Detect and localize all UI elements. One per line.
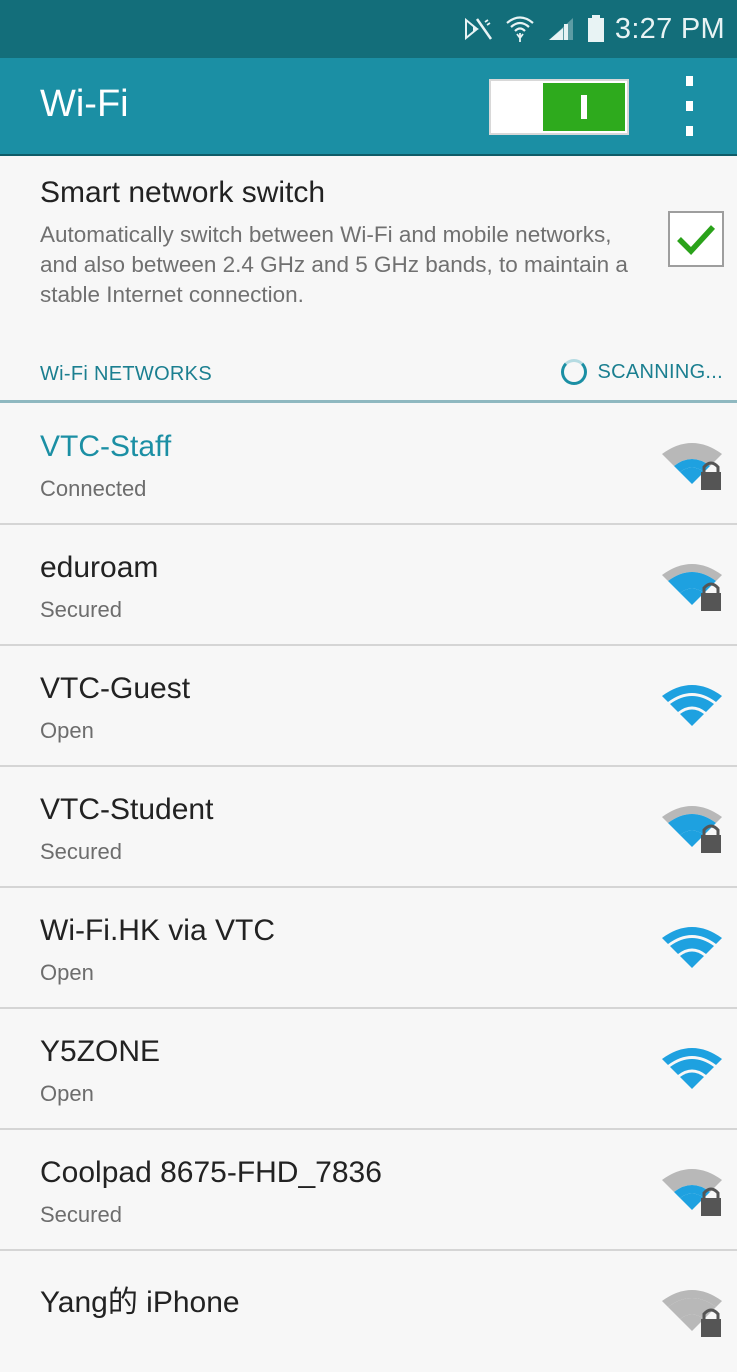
app-bar: Wi-Fi bbox=[0, 58, 737, 156]
network-name: VTC-Guest bbox=[40, 672, 191, 705]
wifi-secured-signal-icon bbox=[662, 443, 722, 490]
smart-switch-title: Smart network switch bbox=[40, 176, 326, 209]
more-vert-icon[interactable] bbox=[674, 76, 704, 136]
wifi-signal-icon bbox=[662, 927, 722, 968]
network-list: VTC-Staff Connected eduroam Secured VTC-… bbox=[0, 404, 737, 1372]
network-status: Open bbox=[40, 960, 94, 985]
wifi-secured-signal-icon bbox=[662, 1290, 722, 1337]
smart-network-switch-setting[interactable]: Smart network switch Automatically switc… bbox=[0, 158, 737, 328]
network-item-y5zone[interactable]: Y5ZONE Open bbox=[0, 1009, 737, 1130]
wifi-signal-icon bbox=[662, 685, 722, 726]
network-item-wifi-hk[interactable]: Wi-Fi.HK via VTC Open bbox=[0, 888, 737, 1009]
cellular-signal-icon bbox=[547, 16, 575, 42]
wifi-toggle[interactable] bbox=[489, 79, 629, 135]
spinner-icon bbox=[561, 359, 588, 385]
page-title: Wi-Fi bbox=[40, 83, 129, 125]
network-status: Connected bbox=[40, 476, 147, 501]
network-status: Open bbox=[40, 718, 94, 743]
scanning-indicator: SCANNING... bbox=[561, 359, 723, 385]
network-name: eduroam bbox=[40, 551, 159, 584]
network-item-vtc-staff[interactable]: VTC-Staff Connected bbox=[0, 404, 737, 525]
network-name: VTC-Staff bbox=[40, 430, 172, 463]
network-name: Wi-Fi.HK via VTC bbox=[40, 914, 275, 947]
clock: 3:27 PM bbox=[614, 12, 725, 45]
network-item-yang-iphone[interactable]: Yang的 iPhone bbox=[0, 1251, 737, 1372]
checkmark-icon bbox=[677, 225, 716, 255]
network-name: Yang的 iPhone bbox=[40, 1286, 240, 1319]
mute-vibrate-icon bbox=[463, 16, 493, 42]
wifi-secured-signal-icon bbox=[662, 1169, 722, 1216]
network-status: Secured bbox=[40, 1202, 122, 1227]
network-item-eduroam[interactable]: eduroam Secured bbox=[0, 525, 737, 646]
network-status: Open bbox=[40, 1081, 94, 1106]
wifi-secured-signal-icon bbox=[662, 806, 722, 853]
network-name: Y5ZONE bbox=[40, 1035, 161, 1068]
network-status: Secured bbox=[40, 839, 122, 864]
network-status: Secured bbox=[40, 597, 122, 622]
wifi-networks-header: Wi-Fi NETWORKS SCANNING... bbox=[0, 345, 737, 403]
smart-switch-checkbox[interactable] bbox=[668, 211, 724, 267]
toggle-knob bbox=[543, 83, 625, 131]
wifi-signal-icon bbox=[662, 1048, 722, 1089]
network-name: VTC-Student bbox=[40, 793, 214, 826]
wifi-transfer-icon bbox=[505, 15, 535, 43]
smart-switch-description: Automatically switch between Wi-Fi and m… bbox=[40, 222, 628, 307]
section-title: Wi-Fi NETWORKS bbox=[40, 363, 212, 385]
network-item-vtc-student[interactable]: VTC-Student Secured bbox=[0, 767, 737, 888]
network-name: Coolpad 8675-FHD_7836 bbox=[40, 1156, 382, 1189]
scanning-label: SCANNING... bbox=[597, 360, 723, 383]
network-item-vtc-guest[interactable]: VTC-Guest Open bbox=[0, 646, 737, 767]
battery-icon bbox=[587, 15, 605, 43]
network-item-coolpad[interactable]: Coolpad 8675-FHD_7836 Secured bbox=[0, 1130, 737, 1251]
status-bar: 3:27 PM bbox=[0, 0, 737, 58]
wifi-secured-signal-icon bbox=[662, 564, 722, 611]
